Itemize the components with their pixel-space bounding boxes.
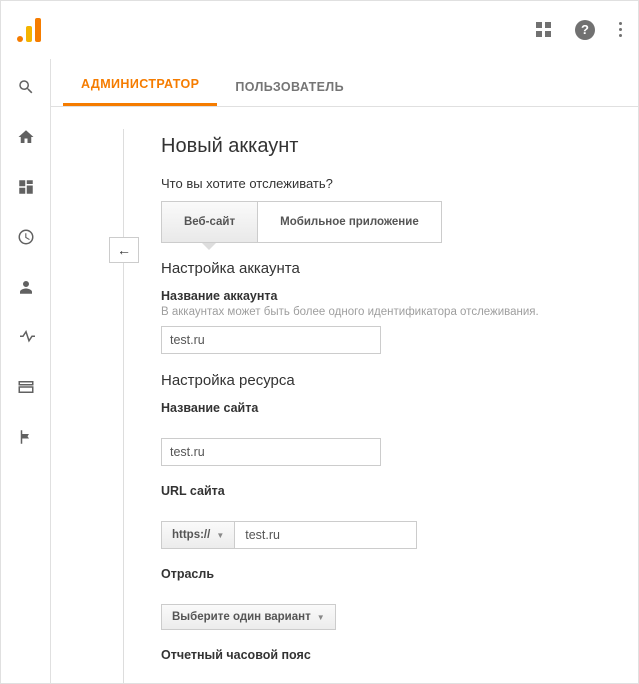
account-name-hint: В аккаунтах может быть более одного иден…	[161, 306, 638, 318]
site-url-label: URL сайта	[161, 484, 638, 498]
arrow-left-icon: ←	[117, 242, 131, 258]
url-protocol-select[interactable]: https:// ▼	[161, 521, 235, 549]
site-url-input[interactable]	[235, 521, 417, 549]
top-bar: ?	[1, 1, 638, 59]
conversion-icon[interactable]	[16, 377, 36, 397]
admin-user-tabs: АДМИНИСТРАТОР ПОЛЬЗОВАТЕЛЬ	[51, 59, 638, 107]
account-name-input[interactable]	[161, 326, 381, 354]
back-button[interactable]: ←	[109, 237, 139, 263]
person-icon[interactable]	[16, 277, 36, 297]
url-protocol-value: https://	[172, 529, 210, 541]
tracking-type-segment: Веб-сайт Мобильное приложение	[161, 201, 442, 243]
account-name-label: Название аккаунта	[161, 289, 638, 303]
tracking-question: Что вы хотите отслеживать?	[161, 176, 638, 191]
left-rail	[1, 59, 51, 683]
tab-user[interactable]: ПОЛЬЗОВАТЕЛЬ	[217, 66, 362, 106]
page-title: Новый аккаунт	[161, 135, 638, 158]
home-icon[interactable]	[16, 127, 36, 147]
industry-value: Выберите один вариант	[172, 611, 311, 623]
industry-select[interactable]: Выберите один вариант ▼	[161, 604, 336, 630]
segment-pointer	[201, 242, 217, 250]
clock-icon[interactable]	[16, 227, 36, 247]
property-section-head: Настройка ресурса	[161, 372, 638, 389]
flag-icon[interactable]	[16, 427, 36, 447]
dashboard-icon[interactable]	[16, 177, 36, 197]
segment-mobile-app[interactable]: Мобильное приложение	[257, 202, 441, 242]
help-icon[interactable]: ?	[575, 20, 595, 40]
industry-label: Отрасль	[161, 567, 638, 581]
search-icon[interactable]	[16, 77, 36, 97]
ga-logo	[17, 18, 41, 42]
hierarchy-line	[123, 129, 124, 683]
flow-icon[interactable]	[16, 327, 36, 347]
site-name-label: Название сайта	[161, 401, 638, 415]
apps-icon[interactable]	[536, 22, 551, 37]
timezone-label: Отчетный часовой пояс	[161, 648, 638, 662]
tab-administrator[interactable]: АДМИНИСТРАТОР	[63, 63, 217, 106]
kebab-menu-icon[interactable]	[619, 22, 622, 37]
chevron-down-icon: ▼	[317, 613, 325, 622]
site-name-input[interactable]	[161, 438, 381, 466]
chevron-down-icon: ▼	[216, 531, 224, 540]
account-section-head: Настройка аккаунта	[161, 260, 638, 277]
segment-website[interactable]: Веб-сайт	[162, 202, 257, 242]
